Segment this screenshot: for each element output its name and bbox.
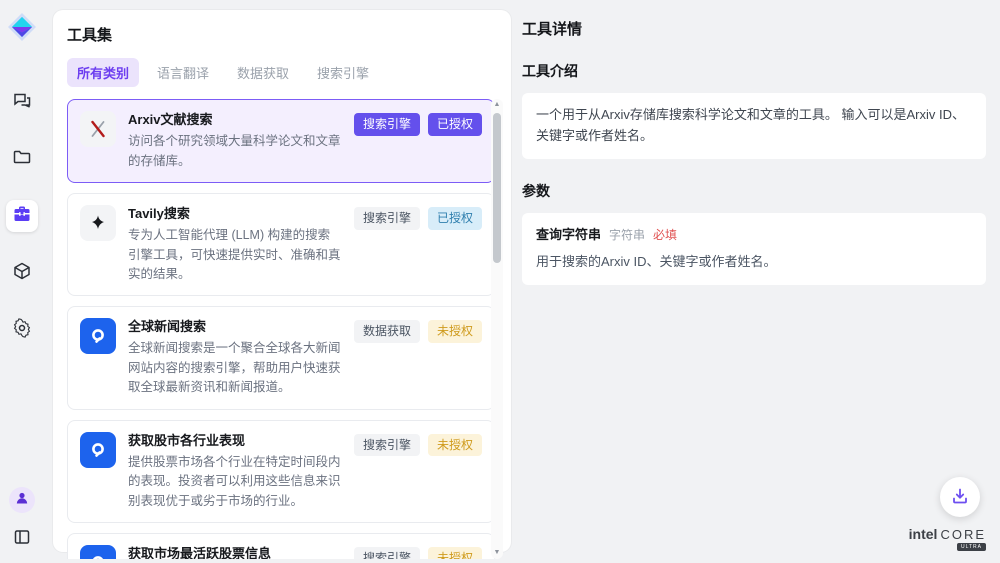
tool-detail-panel: 工具详情 工具介绍 一个用于从Arxiv存储库搜索科学论文和文章的工具。 输入可… [512, 0, 1000, 563]
category-tab[interactable]: 所有类别 [67, 58, 139, 87]
tool-card[interactable]: 全球新闻搜索 全球新闻搜索是一个聚合全球各大新闻网站内容的搜索引擎，帮助用户快速… [67, 306, 495, 409]
param-name: 查询字符串 [536, 225, 601, 246]
scrollbar-down-icon[interactable]: ▼ [491, 547, 503, 559]
q-search-icon [80, 432, 116, 468]
list-scrollbar[interactable]: ▲ ▼ [491, 99, 503, 559]
core-brand-text: core [940, 527, 986, 542]
param-box: 查询字符串 字符串 必填 用于搜索的Arxiv ID、关键字或作者姓名。 [522, 213, 986, 286]
arxiv-icon [80, 111, 116, 147]
intro-section-title: 工具介绍 [522, 61, 986, 81]
category-badge: 搜索引擎 [354, 113, 420, 136]
page-title: 工具集 [67, 24, 499, 45]
tool-list-wrap: Arxiv文献搜索 访问各个研究领域大量科学论文和文章的存储库。 搜索引擎 已授… [67, 99, 499, 559]
ultra-brand-badge: ultra [957, 543, 986, 551]
tool-card-description: 提供股票市场各个行业在特定时间段内的表现。投资者可以利用这些信息来识别表现优于或… [128, 453, 342, 511]
tool-card[interactable]: 获取股市各行业表现 提供股票市场各个行业在特定时间段内的表现。投资者可以利用这些… [67, 420, 495, 523]
tool-card-title: 获取股市各行业表现 [128, 432, 342, 450]
category-tabs: 所有类别语言翻译数据获取搜索引擎 [67, 58, 499, 87]
detail-title: 工具详情 [522, 18, 986, 39]
auth-status-badge: 未授权 [428, 434, 482, 457]
auth-status-badge: 已授权 [428, 207, 482, 230]
tool-card-description: 专为人工智能代理 (LLM) 构建的搜索引擎工具，可快速提供实时、准确和真实的结… [128, 226, 342, 284]
tool-card[interactable]: Tavily搜索 专为人工智能代理 (LLM) 构建的搜索引擎工具，可快速提供实… [67, 193, 495, 296]
auth-status-badge: 已授权 [428, 113, 482, 136]
q-search-icon [80, 545, 116, 559]
tool-card-title: 获取市场最活跃股票信息 [128, 545, 342, 559]
tool-card-description: 访问各个研究领域大量科学论文和文章的存储库。 [128, 132, 342, 171]
star-icon [80, 205, 116, 241]
folder-icon [12, 147, 32, 172]
cube-icon [12, 261, 32, 286]
category-badge: 搜索引擎 [354, 547, 420, 559]
app-logo [7, 12, 37, 42]
tool-card-title: Arxiv文献搜索 [128, 111, 342, 129]
toolbox-icon [12, 204, 32, 229]
category-tab[interactable]: 数据获取 [227, 58, 299, 87]
q-search-icon [80, 318, 116, 354]
tool-card-title: 全球新闻搜索 [128, 318, 342, 336]
tool-card[interactable]: Arxiv文献搜索 访问各个研究领域大量科学论文和文章的存储库。 搜索引擎 已授… [67, 99, 495, 183]
auth-status-badge: 未授权 [428, 547, 482, 559]
tool-card[interactable]: 获取市场最活跃股票信息 提供当天交易量最高的股票列表，投资者可以利用这些信息来识… [67, 533, 495, 559]
param-description: 用于搜索的Arxiv ID、关键字或作者姓名。 [536, 252, 972, 273]
sidebar-item-tools[interactable] [6, 200, 38, 232]
tool-card-list: Arxiv文献搜索 访问各个研究领域大量科学论文和文章的存储库。 搜索引擎 已授… [67, 99, 495, 559]
download-icon [951, 487, 969, 508]
sidebar-item-settings[interactable] [6, 314, 38, 346]
intel-brand-text: intel [909, 526, 938, 542]
panel-toggle-icon [13, 528, 31, 551]
icon-rail [0, 0, 44, 563]
sidebar-item-chat[interactable] [6, 86, 38, 118]
user-avatar-icon [15, 491, 29, 510]
tool-card-description: 全球新闻搜索是一个聚合全球各大新闻网站内容的搜索引擎，帮助用户快速获取全球最新资… [128, 339, 342, 397]
category-badge: 数据获取 [354, 320, 420, 343]
download-button[interactable] [940, 477, 980, 517]
sidebar-item-packages[interactable] [6, 257, 38, 289]
intro-text-box: 一个用于从Arxiv存储库搜索科学论文和文章的工具。 输入可以是Arxiv ID… [522, 93, 986, 159]
auth-status-badge: 未授权 [428, 320, 482, 343]
panel-toggle[interactable] [10, 527, 34, 551]
rail-bottom [9, 487, 35, 551]
rail-nav [6, 86, 38, 346]
param-type: 字符串 [609, 226, 645, 245]
chat-icon [12, 90, 32, 115]
scrollbar-thumb[interactable] [493, 113, 501, 263]
user-avatar[interactable] [9, 487, 35, 513]
param-required-badge: 必填 [653, 226, 677, 245]
sidebar-item-files[interactable] [6, 143, 38, 175]
category-badge: 搜索引擎 [354, 207, 420, 230]
intel-core-logo: intel core ultra [909, 526, 986, 551]
toolset-panel: 工具集 所有类别语言翻译数据获取搜索引擎 Arxiv文献搜索 访问各个研究领域大… [53, 10, 511, 552]
category-tab[interactable]: 搜索引擎 [307, 58, 379, 87]
tool-card-title: Tavily搜索 [128, 205, 342, 223]
gear-icon [12, 318, 32, 343]
category-tab[interactable]: 语言翻译 [147, 58, 219, 87]
category-badge: 搜索引擎 [354, 434, 420, 457]
params-section-title: 参数 [522, 181, 986, 201]
scrollbar-up-icon[interactable]: ▲ [491, 99, 503, 111]
